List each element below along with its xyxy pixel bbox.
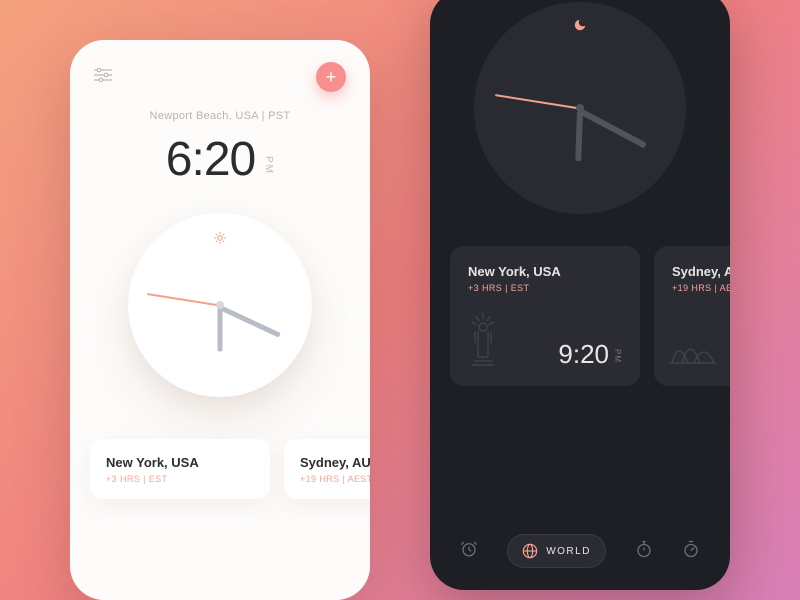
time-ampm: PM [263, 156, 274, 175]
city-offset: +3 HRS | EST [468, 283, 622, 293]
timer-tab-icon[interactable] [682, 540, 700, 563]
phone-light: + Newport Beach, USA | PST 6:20 PM [70, 40, 370, 600]
phone-dark: New York, USA +3 HRS | EST 9:20 PM Sydne… [430, 0, 730, 590]
city-name: Sydney, AU [672, 264, 730, 279]
city-cards: New York, USA +3 HRS | EST Sydney, AU +1… [70, 439, 370, 499]
city-card[interactable]: Sydney, AU +19 HRS | AEST 1 [654, 246, 730, 386]
city-name: New York, USA [106, 455, 254, 470]
city-cards-dark: New York, USA +3 HRS | EST 9:20 PM Sydne… [430, 246, 730, 386]
clock-face [128, 213, 312, 397]
clock-center [576, 104, 584, 112]
city-name: New York, USA [468, 264, 622, 279]
moon-icon [573, 18, 587, 37]
add-button[interactable]: + [316, 62, 346, 92]
analog-clock-dark [470, 0, 690, 218]
clock-center [216, 301, 224, 309]
clock-face-dark [474, 2, 686, 214]
city-offset: +19 HRS | AEST [300, 474, 370, 484]
city-card[interactable]: New York, USA +3 HRS | EST [90, 439, 270, 499]
sun-icon [213, 231, 227, 250]
time-value: 6:20 [166, 132, 255, 187]
minute-hand [219, 305, 281, 337]
topbar: + [70, 40, 370, 102]
hour-hand [575, 111, 583, 161]
main-time: 6:20 PM [70, 132, 370, 187]
city-offset: +3 HRS | EST [106, 474, 254, 484]
second-hand [147, 293, 220, 306]
liberty-statue-icon [466, 313, 500, 372]
analog-clock [120, 205, 320, 405]
city-offset: +19 HRS | AEST [672, 283, 730, 293]
tabbar: WORLD [430, 534, 730, 568]
city-time: 9:20 PM [558, 339, 622, 370]
alarm-tab-icon[interactable] [460, 540, 478, 563]
stopwatch-tab-icon[interactable] [635, 540, 653, 563]
world-tab-label: WORLD [546, 546, 591, 557]
minute-hand [579, 108, 647, 148]
hour-hand [218, 308, 223, 352]
world-tab[interactable]: WORLD [507, 534, 606, 568]
opera-house-icon [670, 333, 716, 372]
city-name: Sydney, AU [300, 455, 370, 470]
city-card[interactable]: New York, USA +3 HRS | EST 9:20 PM [450, 246, 640, 386]
location-label: Newport Beach, USA | PST [70, 110, 370, 122]
settings-icon[interactable] [94, 68, 112, 87]
city-card[interactable]: Sydney, AU +19 HRS | AEST [284, 439, 370, 499]
second-hand [495, 95, 580, 110]
